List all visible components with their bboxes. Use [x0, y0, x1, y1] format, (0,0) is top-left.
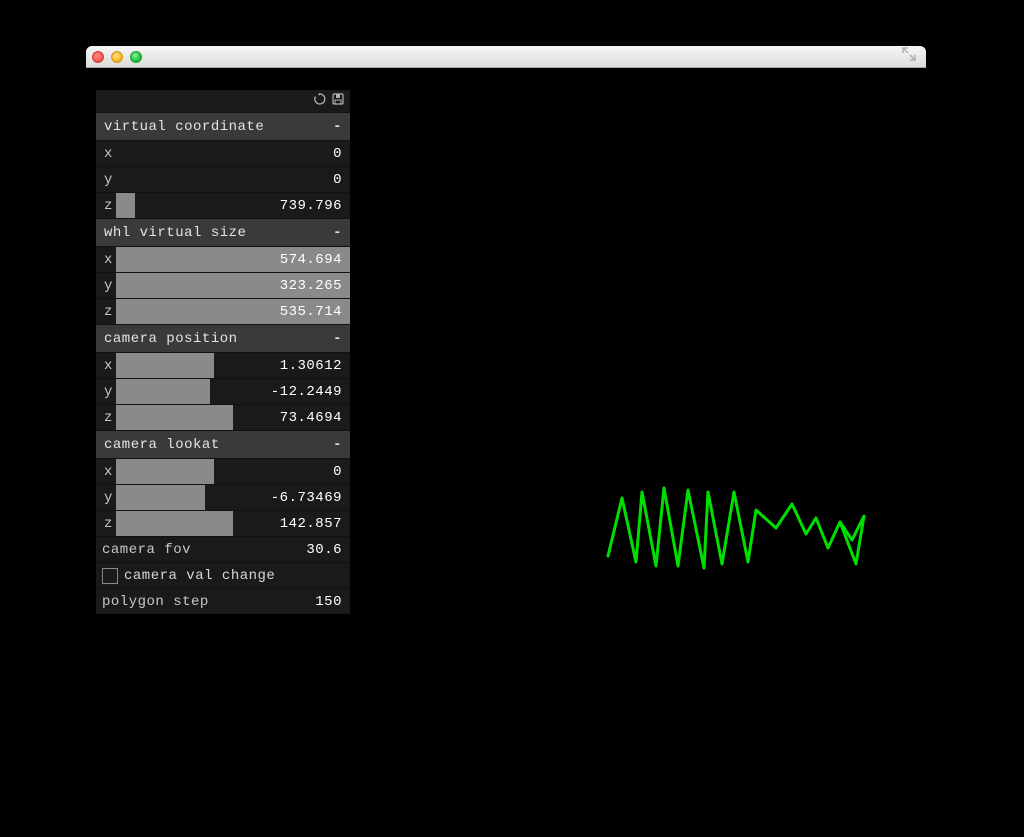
- slider-fill: [116, 379, 210, 404]
- camera-fov-row[interactable]: camera fov 30.6: [96, 536, 350, 562]
- save-icon[interactable]: [332, 93, 344, 110]
- folder-label: whl virtual size: [104, 225, 246, 241]
- slider-row[interactable]: z 142.857: [96, 510, 350, 536]
- slider-row[interactable]: x0: [96, 140, 350, 166]
- slider-value[interactable]: 1.30612: [280, 353, 342, 378]
- collapse-icon[interactable]: -: [333, 437, 342, 453]
- minimize-icon[interactable]: [111, 51, 123, 63]
- content-area: virtual coordinate-x0y0z739.796whl virtu…: [86, 68, 926, 768]
- slider-fill: [116, 459, 214, 484]
- slider-track[interactable]: 574.694: [116, 247, 350, 272]
- slider-value[interactable]: 574.694: [280, 247, 342, 272]
- zoom-icon[interactable]: [130, 51, 142, 63]
- folder-label: camera position: [104, 331, 238, 347]
- slider-value[interactable]: 73.4694: [280, 405, 342, 430]
- slider-row[interactable]: y0: [96, 166, 350, 192]
- slider-label: z: [96, 511, 116, 536]
- folder-title[interactable]: whl virtual size -: [96, 218, 350, 246]
- camera-fov-label: camera fov: [96, 537, 226, 562]
- polygon-step-row[interactable]: polygon step 150: [96, 588, 350, 614]
- slider-track[interactable]: 0: [116, 141, 350, 166]
- slider-track[interactable]: 0: [116, 459, 350, 484]
- slider-value[interactable]: -12.2449: [271, 379, 342, 404]
- slider-row[interactable]: y 323.265: [96, 272, 350, 298]
- slider-track[interactable]: -12.2449: [116, 379, 350, 404]
- checkbox-icon[interactable]: [102, 568, 118, 584]
- camera-fov-value[interactable]: 30.6: [306, 537, 342, 562]
- camera-val-change-row[interactable]: camera val change: [96, 562, 350, 588]
- polygon-step-label: polygon step: [96, 589, 226, 614]
- fullscreen-icon[interactable]: [902, 47, 916, 66]
- slider-track[interactable]: 0: [116, 167, 350, 192]
- folder-title[interactable]: camera position -: [96, 324, 350, 352]
- slider-label: y: [96, 273, 116, 298]
- slider-label: x: [96, 459, 116, 484]
- slider-value[interactable]: 323.265: [280, 273, 342, 298]
- slider-value[interactable]: 142.857: [280, 511, 342, 536]
- collapse-icon[interactable]: -: [333, 225, 342, 241]
- slider-label: y: [96, 485, 116, 510]
- slider-track[interactable]: 739.796: [116, 193, 350, 218]
- slider-track[interactable]: 73.4694: [116, 405, 350, 430]
- slider-label: z: [96, 193, 116, 218]
- slider-label: y: [96, 379, 116, 404]
- slider-value[interactable]: 0: [333, 141, 342, 166]
- collapse-icon[interactable]: -: [333, 331, 342, 347]
- slider-track[interactable]: 142.857: [116, 511, 350, 536]
- slider-label: z: [96, 299, 116, 324]
- control-panel: virtual coordinate-x0y0z739.796whl virtu…: [96, 90, 350, 614]
- slider-fill: [116, 511, 233, 536]
- slider-label: y: [96, 167, 116, 192]
- slider-row[interactable]: x0: [96, 458, 350, 484]
- slider-row[interactable]: y -12.2449: [96, 378, 350, 404]
- camera-val-change-label: camera val change: [124, 568, 275, 584]
- folder-label: camera lookat: [104, 437, 220, 453]
- titlebar[interactable]: [86, 46, 926, 68]
- slider-fill: [116, 353, 214, 378]
- mesh-polyline: [608, 488, 864, 568]
- slider-value[interactable]: 739.796: [280, 193, 342, 218]
- traffic-lights: [92, 51, 142, 63]
- slider-track[interactable]: 1.30612: [116, 353, 350, 378]
- folder-title[interactable]: virtual coordinate -: [96, 112, 350, 140]
- folder-label: virtual coordinate: [104, 119, 264, 135]
- viewport-canvas: [596, 478, 886, 598]
- slider-row[interactable]: z 73.4694: [96, 404, 350, 430]
- slider-row[interactable]: x 574.694: [96, 246, 350, 272]
- slider-label: x: [96, 141, 116, 166]
- slider-label: x: [96, 247, 116, 272]
- refresh-icon[interactable]: [314, 93, 326, 110]
- slider-track[interactable]: -6.73469: [116, 485, 350, 510]
- folder-title[interactable]: camera lookat -: [96, 430, 350, 458]
- slider-fill: [116, 485, 205, 510]
- slider-fill: [116, 193, 135, 218]
- slider-track[interactable]: 323.265: [116, 273, 350, 298]
- polygon-step-value[interactable]: 150: [315, 589, 342, 614]
- app-window: virtual coordinate-x0y0z739.796whl virtu…: [86, 46, 926, 768]
- slider-track[interactable]: 535.714: [116, 299, 350, 324]
- slider-row[interactable]: y -6.73469: [96, 484, 350, 510]
- slider-row[interactable]: z 739.796: [96, 192, 350, 218]
- slider-fill: [116, 405, 233, 430]
- slider-row[interactable]: z 535.714: [96, 298, 350, 324]
- slider-value[interactable]: 0: [333, 167, 342, 192]
- slider-label: z: [96, 405, 116, 430]
- slider-row[interactable]: x 1.30612: [96, 352, 350, 378]
- panel-header: [96, 90, 350, 112]
- collapse-icon[interactable]: -: [333, 119, 342, 135]
- slider-value[interactable]: -6.73469: [271, 485, 342, 510]
- slider-label: x: [96, 353, 116, 378]
- slider-value[interactable]: 0: [333, 459, 342, 484]
- close-icon[interactable]: [92, 51, 104, 63]
- slider-value[interactable]: 535.714: [280, 299, 342, 324]
